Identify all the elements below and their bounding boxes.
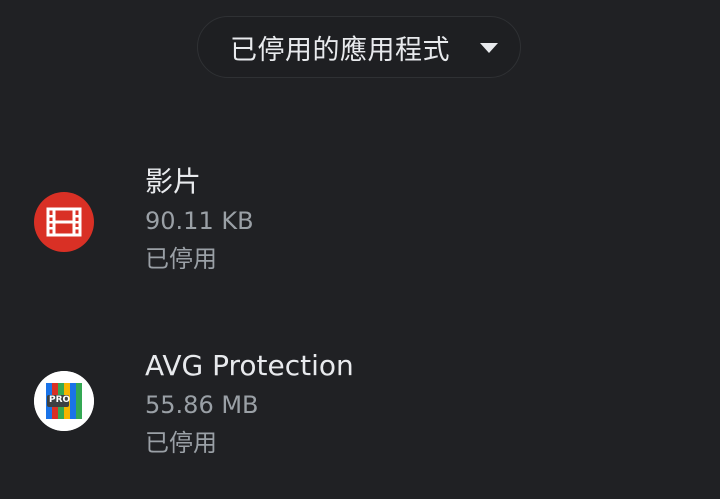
app-status: 已停用 [145, 245, 217, 273]
app-size: 55.86 MB [145, 391, 259, 419]
avg-pro-icon: PRO [34, 371, 94, 431]
video-film-icon [34, 192, 94, 252]
filter-label: 已停用的應用程式 [230, 34, 450, 66]
app-list-item-videos[interactable]: 影片 90.11 KB 已停用 [0, 158, 720, 288]
arrow-drop-down-icon [480, 43, 498, 53]
avg-pro-badge: PRO [49, 395, 71, 405]
disabled-apps-screen: 已停用的應用程式 影片 90.11 KB 已停用 PRO AVG Protect… [0, 0, 720, 499]
app-info: AVG Protection 55.86 MB 已停用 [145, 340, 354, 462]
app-size: 90.11 KB [145, 207, 254, 235]
app-status: 已停用 [145, 429, 217, 457]
app-filter-dropdown[interactable]: 已停用的應用程式 [197, 16, 521, 78]
app-list-item-avg-protection[interactable]: PRO AVG Protection 55.86 MB 已停用 [0, 340, 720, 470]
app-name: 影片 [145, 165, 202, 198]
app-name: AVG Protection [145, 349, 354, 382]
app-info: 影片 90.11 KB 已停用 [145, 158, 254, 278]
